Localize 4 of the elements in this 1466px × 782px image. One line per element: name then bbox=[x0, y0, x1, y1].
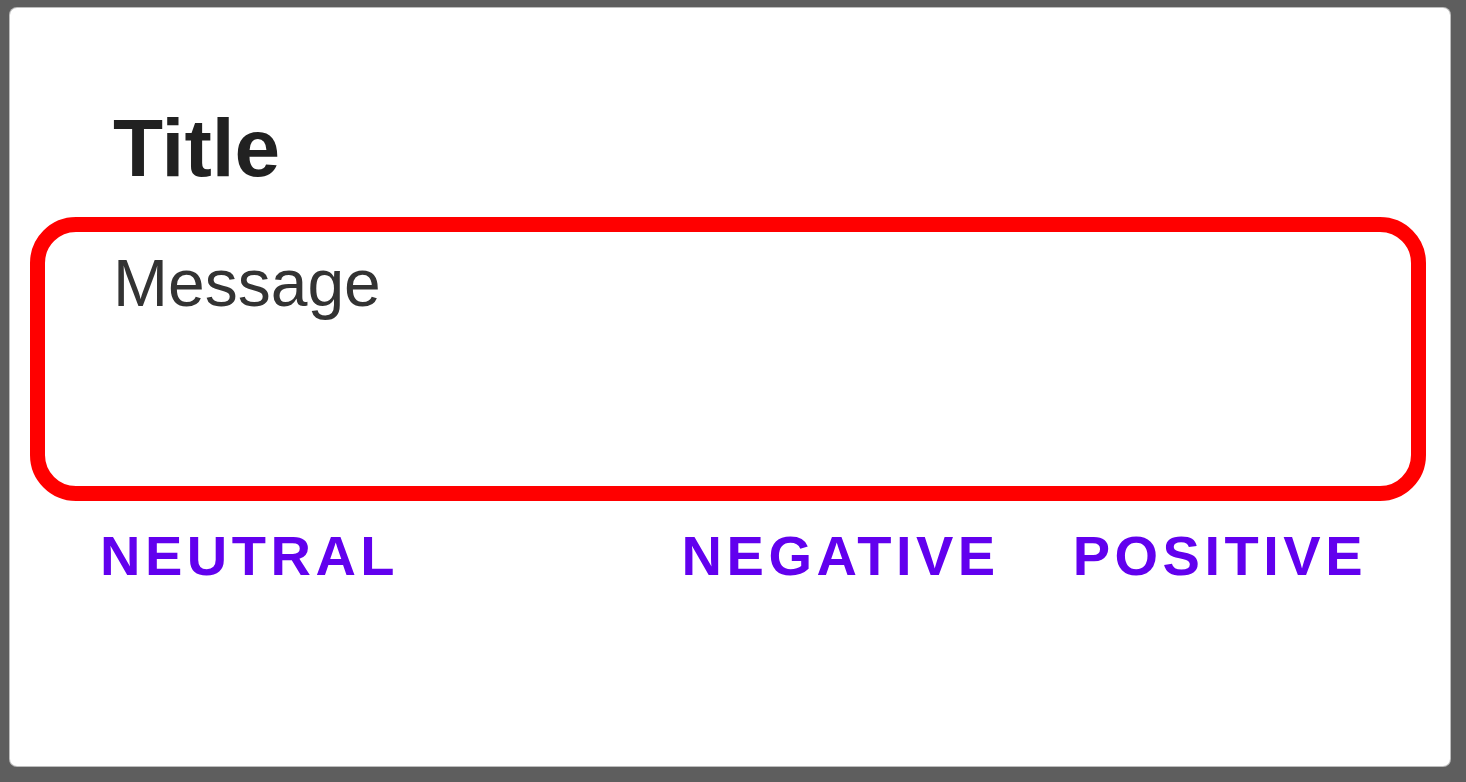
dialog-title: Title bbox=[113, 107, 281, 189]
negative-button[interactable]: NEGATIVE bbox=[665, 516, 1014, 596]
neutral-button[interactable]: NEUTRAL bbox=[84, 516, 414, 596]
positive-button[interactable]: POSITIVE bbox=[1056, 516, 1381, 596]
